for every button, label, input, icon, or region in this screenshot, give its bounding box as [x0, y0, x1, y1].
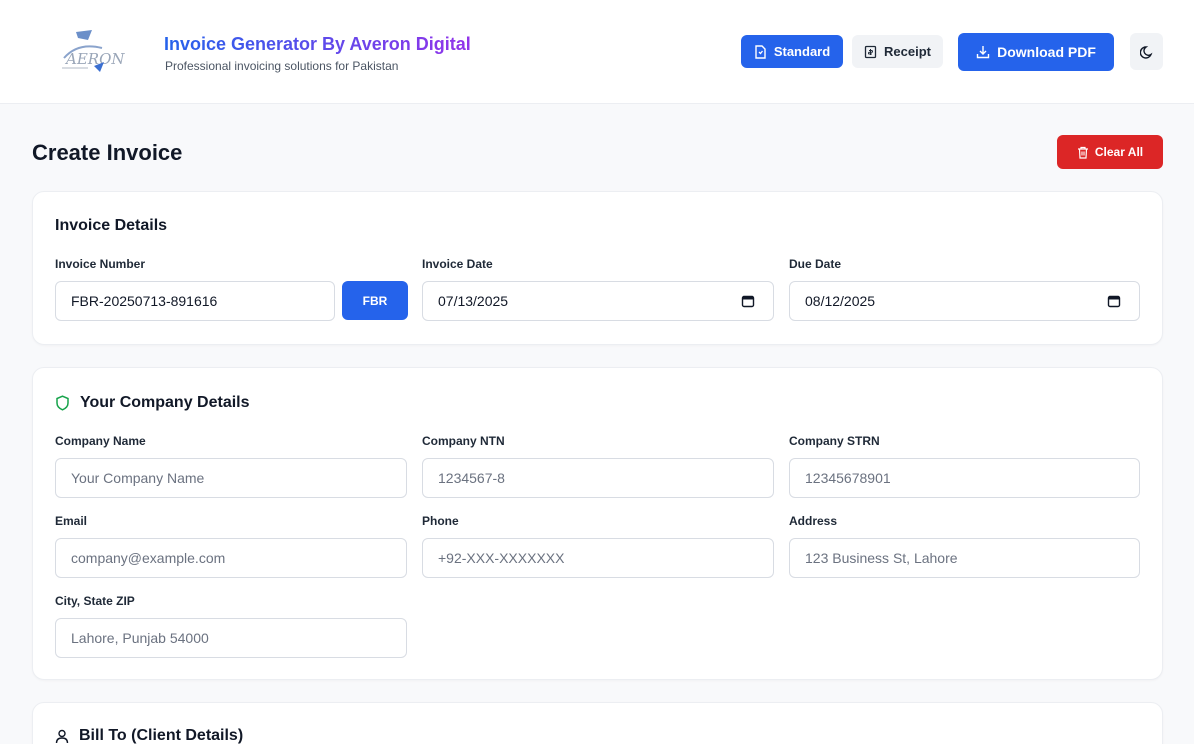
bill-to-heading: Bill To (Client Details)	[55, 727, 243, 744]
company-strn-placeholder: 12345678901	[805, 470, 891, 486]
invoice-number-value: FBR-20250713-891616	[71, 293, 218, 309]
phone-placeholder: +92-XXX-XXXXXXX	[438, 550, 565, 566]
address-input[interactable]: 123 Business St, Lahore	[789, 538, 1140, 578]
company-ntn-label: Company NTN	[422, 434, 505, 448]
standard-label: Standard	[773, 44, 831, 59]
receipt-icon	[864, 45, 877, 58]
file-text-icon	[755, 44, 766, 59]
standard-mode-button[interactable]: Standard	[741, 35, 843, 68]
receipt-mode-button[interactable]: Receipt	[852, 35, 943, 68]
invoice-date-value: 07/13/2025	[438, 293, 509, 309]
invoice-number-input[interactable]: FBR-20250713-891616	[55, 281, 335, 321]
company-name-label: Company Name	[55, 434, 146, 448]
shield-icon	[56, 395, 69, 411]
bill-to-card: Bill To (Client Details)	[32, 702, 1163, 744]
invoice-details-title: Invoice Details	[55, 217, 168, 234]
theme-toggle-button[interactable]	[1130, 33, 1163, 70]
invoice-number-label: Invoice Number	[55, 257, 146, 271]
email-placeholder: company@example.com	[71, 550, 226, 566]
address-label: Address	[789, 514, 838, 528]
city-placeholder: Lahore, Punjab 54000	[71, 630, 209, 646]
phone-input[interactable]: +92-XXX-XXXXXXX	[422, 538, 774, 578]
due-date-value: 08/12/2025	[805, 293, 876, 309]
due-date-input[interactable]: 08/12/2025	[789, 281, 1140, 321]
receipt-label: Receipt	[884, 44, 931, 59]
company-ntn-placeholder: 1234567-8	[438, 470, 505, 486]
company-strn-label: Company STRN	[789, 434, 880, 448]
company-details-title: Your Company Details	[80, 394, 250, 411]
company-details-card: Your Company Details Company Name Your C…	[32, 367, 1163, 680]
user-icon	[55, 729, 69, 743]
invoice-date-label: Invoice Date	[422, 257, 493, 271]
address-placeholder: 123 Business St, Lahore	[805, 550, 958, 566]
app-header: AERON Invoice Generator By Averon Digita…	[0, 0, 1194, 104]
brand-title: Invoice Generator By Averon Digital	[164, 34, 471, 54]
calendar-icon[interactable]	[741, 294, 755, 308]
page-title: Create Invoice	[32, 140, 183, 165]
fbr-button[interactable]: FBR	[342, 281, 408, 320]
trash-icon	[1077, 146, 1088, 159]
download-icon	[976, 46, 990, 59]
city-label: City, State ZIP	[55, 594, 135, 608]
company-name-placeholder: Your Company Name	[71, 470, 205, 486]
company-details-heading: Your Company Details	[55, 394, 250, 412]
phone-label: Phone	[422, 514, 459, 528]
moon-icon	[1139, 45, 1152, 59]
clear-all-label: Clear All	[1094, 145, 1144, 159]
invoice-date-input[interactable]: 07/13/2025	[422, 281, 774, 321]
bill-to-title: Bill To (Client Details)	[79, 727, 244, 744]
company-strn-input[interactable]: 12345678901	[789, 458, 1140, 498]
download-label: Download PDF	[997, 44, 1096, 60]
invoice-details-card: Invoice Details Invoice Number FBR-20250…	[32, 191, 1163, 345]
logo: AERON	[58, 28, 132, 76]
download-pdf-button[interactable]: Download PDF	[958, 33, 1114, 71]
company-name-input[interactable]: Your Company Name	[55, 458, 407, 498]
email-label: Email	[55, 514, 88, 528]
svg-text:AERON: AERON	[64, 50, 125, 68]
company-ntn-input[interactable]: 1234567-8	[422, 458, 774, 498]
due-date-label: Due Date	[789, 257, 842, 271]
email-input[interactable]: company@example.com	[55, 538, 407, 578]
clear-all-button[interactable]: Clear All	[1057, 135, 1163, 169]
brand-subtitle: Professional invoicing solutions for Pak…	[165, 59, 399, 73]
city-input[interactable]: Lahore, Punjab 54000	[55, 618, 407, 658]
calendar-icon[interactable]	[1107, 294, 1121, 308]
